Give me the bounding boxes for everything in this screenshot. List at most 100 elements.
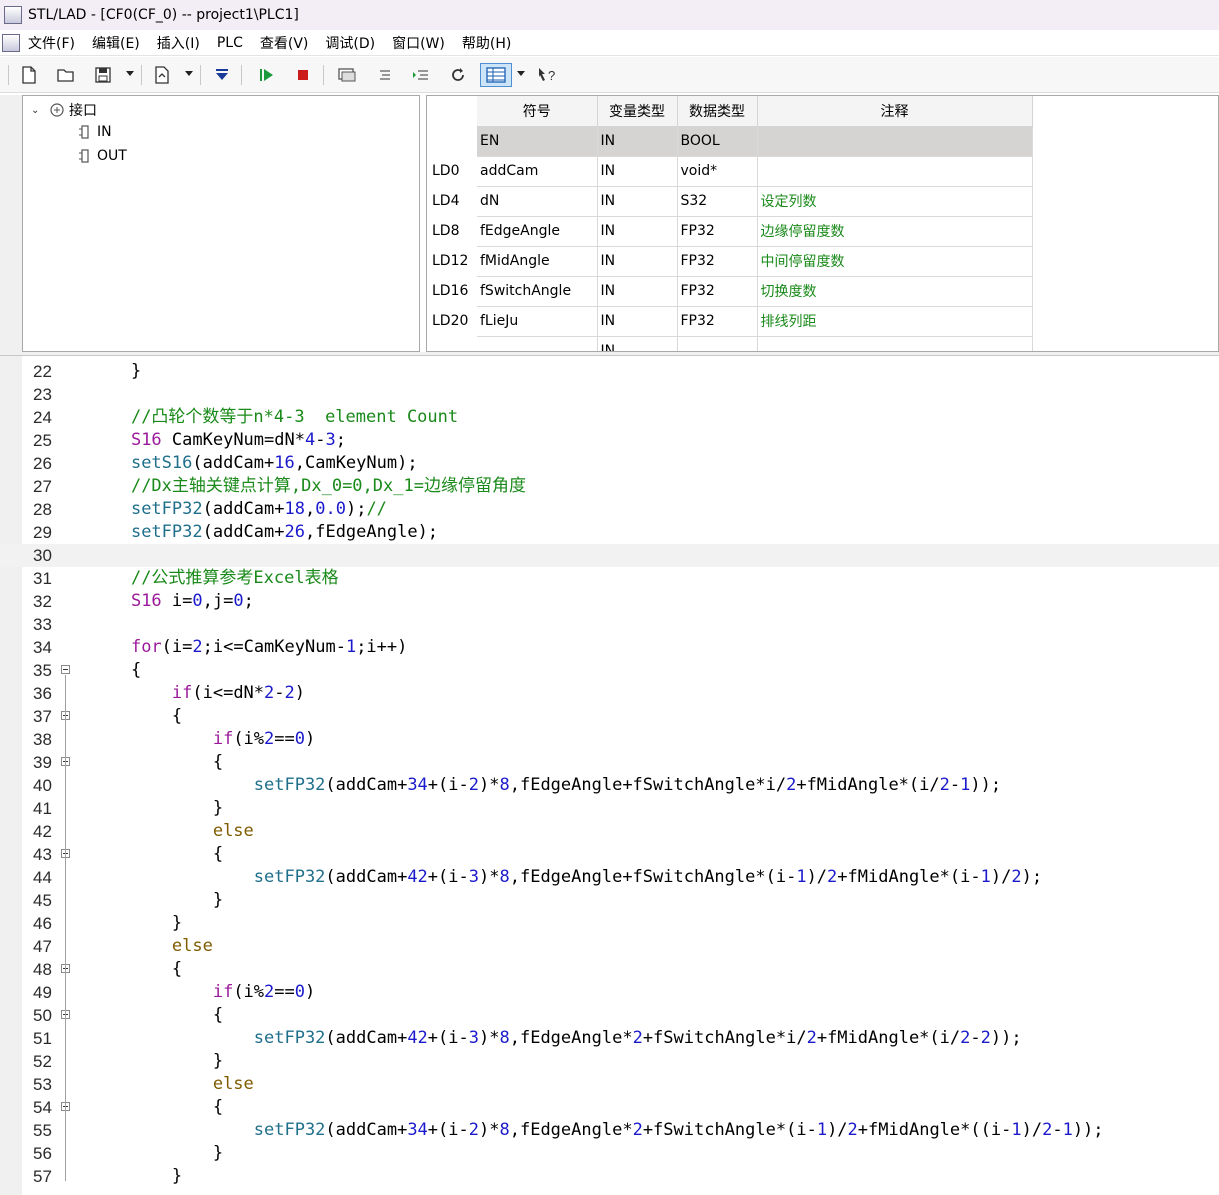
cell-symbol[interactable]: fSwitchAngle: [477, 276, 598, 307]
table-row[interactable]: LD8 fEdgeAngle IN FP32 边缘停留度数: [427, 216, 1033, 247]
code-line[interactable]: 54 {: [0, 1096, 1219, 1119]
step-icon[interactable]: [371, 63, 397, 87]
refresh-icon[interactable]: [445, 63, 471, 87]
chevron-down-icon[interactable]: ⌄: [31, 105, 43, 116]
code-line[interactable]: 35 {: [0, 659, 1219, 682]
code-editor[interactable]: 22 } 23 24 //凸轮个数等于n*4-3 element Count 25 S…: [0, 355, 1219, 1195]
download-icon[interactable]: [209, 63, 235, 87]
fold-toggle-icon[interactable]: [61, 665, 70, 674]
monitor-icon[interactable]: [334, 63, 360, 87]
tree-node-out[interactable]: OUT: [77, 148, 127, 164]
table-row[interactable]: IN: [427, 336, 1033, 351]
header-symbol[interactable]: 符号: [477, 96, 598, 127]
code-line[interactable]: 57 }: [0, 1165, 1219, 1188]
code-line[interactable]: 51 setFP32(addCam+42+(i-3)*8,fEdgeAngle*…: [0, 1027, 1219, 1050]
header-data-type[interactable]: 数据类型: [677, 96, 758, 127]
menu-edit[interactable]: 编辑(E): [92, 33, 140, 53]
new-file-icon[interactable]: [16, 63, 42, 87]
save-icon[interactable]: [90, 63, 116, 87]
code-line[interactable]: 22 }: [0, 360, 1219, 383]
code-line[interactable]: 34 for(i=2;i<=CamKeyNum-1;i++): [0, 636, 1219, 659]
code-line[interactable]: 53 else: [0, 1073, 1219, 1096]
menu-debug[interactable]: 调试(D): [325, 33, 375, 53]
cell-data-type[interactable]: BOOL: [677, 126, 758, 157]
code-line[interactable]: 36 if(i<=dN*2-2): [0, 682, 1219, 705]
open-folder-icon[interactable]: [53, 63, 79, 87]
cell-data-type[interactable]: FP32: [677, 276, 758, 307]
cell-var-type[interactable]: IN: [597, 276, 678, 307]
code-line[interactable]: 49 if(i%2==0): [0, 981, 1219, 1004]
code-line[interactable]: 56 }: [0, 1142, 1219, 1165]
code-line[interactable]: 55 setFP32(addCam+34+(i-2)*8,fEdgeAngle*…: [0, 1119, 1219, 1142]
cell-data-type[interactable]: S32: [677, 186, 758, 217]
menu-file[interactable]: 文件(F): [28, 33, 75, 53]
cell-var-type[interactable]: IN: [597, 126, 678, 157]
table-view-dropdown-icon[interactable]: [517, 71, 525, 76]
cell-comment[interactable]: [757, 156, 1033, 187]
code-line[interactable]: 39 {: [0, 751, 1219, 774]
menu-help[interactable]: 帮助(H): [462, 33, 511, 53]
code-line[interactable]: 50 {: [0, 1004, 1219, 1027]
header-comment[interactable]: 注释: [757, 96, 1033, 127]
export-icon[interactable]: [149, 63, 175, 87]
cell-data-type[interactable]: FP32: [677, 306, 758, 337]
cell-comment[interactable]: [757, 336, 1033, 351]
code-line[interactable]: 31 //公式推算参考Excel表格: [0, 567, 1219, 590]
code-line[interactable]: 40 setFP32(addCam+34+(i-2)*8,fEdgeAngle+…: [0, 774, 1219, 797]
cell-data-type[interactable]: void*: [677, 156, 758, 187]
code-line[interactable]: 41 }: [0, 797, 1219, 820]
table-row[interactable]: LD20 fLieJu IN FP32 排线列距: [427, 306, 1033, 337]
cell-symbol[interactable]: fMidAngle: [477, 246, 598, 277]
code-line[interactable]: 30: [0, 544, 1219, 567]
cell-data-type[interactable]: [677, 336, 758, 351]
code-line[interactable]: 26 setS16(addCam+16,CamKeyNum);: [0, 452, 1219, 475]
document-icon[interactable]: [2, 33, 20, 52]
code-line[interactable]: 47 else: [0, 935, 1219, 958]
menu-view[interactable]: 查看(V): [260, 33, 309, 53]
code-line[interactable]: 52 }: [0, 1050, 1219, 1073]
cell-symbol[interactable]: addCam: [477, 156, 598, 187]
menu-plc[interactable]: PLC: [217, 35, 243, 51]
code-line[interactable]: 46 }: [0, 912, 1219, 935]
table-row[interactable]: LD12 fMidAngle IN FP32 中间停留度数: [427, 246, 1033, 277]
code-line[interactable]: 23: [0, 383, 1219, 406]
cell-symbol[interactable]: EN: [477, 126, 598, 157]
cell-var-type[interactable]: IN: [597, 216, 678, 247]
step-into-icon[interactable]: [408, 63, 434, 87]
cell-data-type[interactable]: FP32: [677, 246, 758, 277]
cell-var-type[interactable]: IN: [597, 186, 678, 217]
cell-var-type[interactable]: IN: [597, 156, 678, 187]
cell-data-type[interactable]: FP32: [677, 216, 758, 247]
cell-symbol[interactable]: [477, 336, 598, 351]
run-icon[interactable]: [253, 63, 279, 87]
code-line[interactable]: 48 {: [0, 958, 1219, 981]
table-row[interactable]: LD0 addCam IN void*: [427, 156, 1033, 187]
cell-comment[interactable]: [757, 126, 1033, 157]
code-line[interactable]: 43 {: [0, 843, 1219, 866]
code-line[interactable]: 28 setFP32(addCam+18,0.0);//: [0, 498, 1219, 521]
code-line[interactable]: 42 else: [0, 820, 1219, 843]
table-row[interactable]: LD4 dN IN S32 设定列数: [427, 186, 1033, 217]
export-dropdown-icon[interactable]: [185, 71, 193, 76]
code-line[interactable]: 33: [0, 613, 1219, 636]
menu-insert[interactable]: 插入(I): [157, 33, 200, 53]
header-var-type[interactable]: 变量类型: [597, 96, 678, 127]
cell-comment[interactable]: 切换度数: [757, 276, 1033, 307]
cell-var-type[interactable]: IN: [597, 306, 678, 337]
cell-comment[interactable]: 边缘停留度数: [757, 216, 1033, 247]
code-line[interactable]: 25 S16 CamKeyNum=dN*4-3;: [0, 429, 1219, 452]
menu-window[interactable]: 窗口(W): [392, 33, 445, 53]
code-line[interactable]: 32 S16 i=0,j=0;: [0, 590, 1219, 613]
table-row[interactable]: EN IN BOOL: [427, 126, 1033, 157]
cell-symbol[interactable]: fEdgeAngle: [477, 216, 598, 247]
cell-comment[interactable]: 中间停留度数: [757, 246, 1033, 277]
code-line[interactable]: 27 //Dx主轴关键点计算,Dx_0=0,Dx_1=边缘停留角度: [0, 475, 1219, 498]
save-dropdown-icon[interactable]: [126, 71, 134, 76]
table-view-icon[interactable]: [480, 63, 512, 87]
code-line[interactable]: 38 if(i%2==0): [0, 728, 1219, 751]
code-line[interactable]: 29 setFP32(addCam+26,fEdgeAngle);: [0, 521, 1219, 544]
code-line[interactable]: 24 //凸轮个数等于n*4-3 element Count: [0, 406, 1219, 429]
cell-comment[interactable]: 排线列距: [757, 306, 1033, 337]
code-line[interactable]: 44 setFP32(addCam+42+(i-3)*8,fEdgeAngle+…: [0, 866, 1219, 889]
context-help-icon[interactable]: ?: [534, 63, 560, 87]
